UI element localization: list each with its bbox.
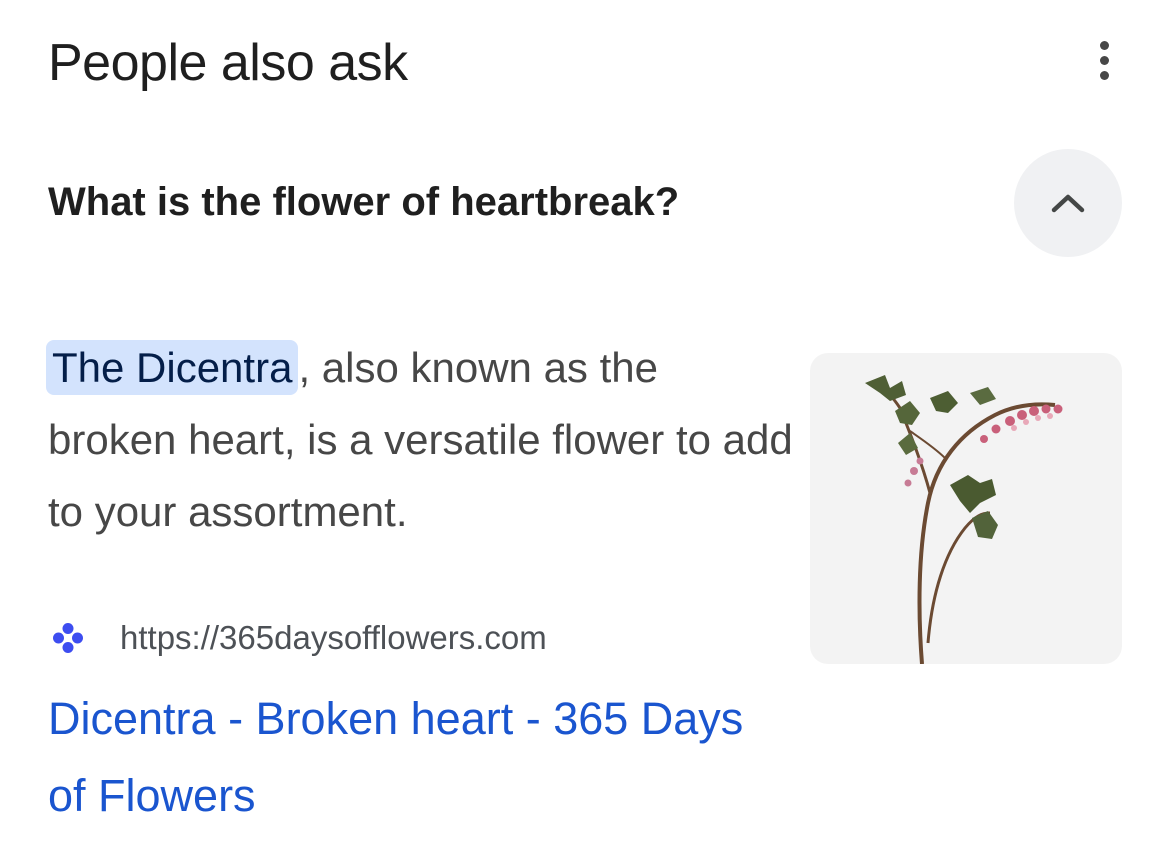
more-vert-icon xyxy=(1099,40,1109,50)
source-attribution[interactable]: https://365daysofflowers.com xyxy=(48,612,547,664)
source-url: https://365daysofflowers.com xyxy=(120,619,547,656)
question-text[interactable]: What is the flower of heartbreak? xyxy=(48,174,679,230)
answer-image[interactable] xyxy=(810,353,1122,664)
more-options-button[interactable] xyxy=(1080,30,1128,90)
bleeding-heart-flower-image xyxy=(865,375,1063,664)
more-vert-icon-dot xyxy=(1099,70,1109,80)
chevron-up-icon xyxy=(1051,194,1085,213)
collapse-answer-button[interactable] xyxy=(1014,149,1122,257)
result-title-link[interactable]: Dicentra - Broken heart - 365 Days of Fl… xyxy=(48,680,748,834)
flower-favicon-icon xyxy=(48,618,88,658)
favicon-svg xyxy=(53,623,83,653)
people-also-ask-panel: People also ask What is the flower of he… xyxy=(0,0,1170,842)
section-heading: People also ask xyxy=(48,34,408,92)
answer-snippet: The Dicentra, also known as the broken h… xyxy=(46,332,793,548)
more-vert-icon-dot xyxy=(1099,55,1109,65)
answer-highlight: The Dicentra xyxy=(46,340,299,395)
